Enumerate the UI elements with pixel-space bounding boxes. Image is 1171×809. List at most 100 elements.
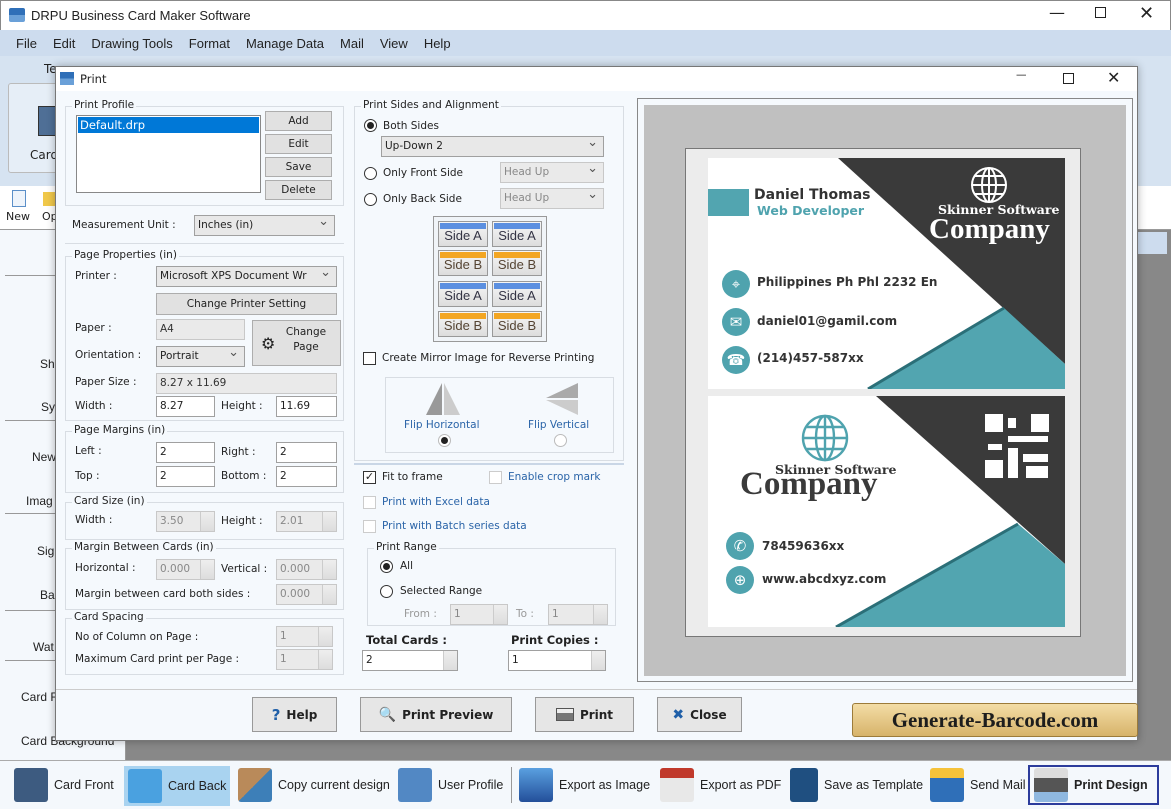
change-page-button[interactable]: ⚙ Change Page: [252, 320, 341, 366]
menu-file[interactable]: File: [16, 36, 37, 51]
dialog-maximize-button[interactable]: [1063, 73, 1074, 84]
edit-profile-button[interactable]: Edit: [265, 134, 332, 154]
dialog-minimize-button[interactable]: —: [1016, 69, 1027, 81]
front-side-label[interactable]: Only Front Side: [383, 167, 463, 179]
printer-select[interactable]: Microsoft XPS Document Wr: [156, 266, 337, 287]
profile-list-item[interactable]: Default.drp: [78, 117, 259, 133]
selected-range-label[interactable]: Selected Range: [400, 585, 482, 597]
selected-range-radio[interactable]: [380, 585, 393, 598]
user-profile-button[interactable]: User Profile: [394, 765, 507, 805]
save-profile-button[interactable]: Save: [265, 157, 332, 177]
card-address: Philippines Ph Phl 2232 En: [757, 275, 938, 289]
right-margin-label: Right :: [221, 446, 256, 458]
excel-data-checkbox[interactable]: [363, 496, 376, 509]
columns-spinner[interactable]: 1: [276, 626, 333, 647]
left-margin-input[interactable]: 2: [156, 442, 215, 463]
flip-vertical-label[interactable]: Flip Vertical: [528, 419, 589, 431]
batch-series-label[interactable]: Print with Batch series data: [382, 520, 527, 532]
card-size-group: Card Size (in) Width : 3.50 Height : 2.0…: [65, 495, 344, 540]
menu-help[interactable]: Help: [424, 36, 451, 51]
close-button[interactable]: ✕: [1139, 3, 1154, 24]
back-side-radio[interactable]: [364, 193, 377, 206]
card-width-spinner[interactable]: 3.50: [156, 511, 215, 532]
flip-vertical-radio[interactable]: [554, 434, 567, 447]
print-preview-button[interactable]: 🔍 Print Preview: [360, 697, 512, 732]
export-image-button[interactable]: Export as Image: [515, 765, 654, 805]
menu-format[interactable]: Format: [189, 36, 230, 51]
help-button[interactable]: ? Help: [252, 697, 337, 732]
total-cards-spinner[interactable]: 2: [362, 650, 458, 671]
print-sides-group: Print Sides and Alignment Both Sides Up-…: [354, 99, 624, 461]
both-sides-radio[interactable]: [364, 119, 377, 132]
top-margin-input[interactable]: 2: [156, 466, 215, 487]
crop-mark-label[interactable]: Enable crop mark: [508, 471, 600, 483]
print-button[interactable]: Print: [535, 697, 634, 732]
width-label: Width :: [75, 400, 113, 412]
horizontal-margin-spinner[interactable]: 0.000: [156, 559, 215, 580]
range-all-radio[interactable]: [380, 560, 393, 573]
measurement-unit-select[interactable]: Inches (in): [194, 215, 335, 236]
save-template-button[interactable]: Save as Template: [786, 765, 927, 805]
card-back-button[interactable]: Card Back: [124, 766, 231, 806]
from-spinner[interactable]: 1: [450, 604, 508, 625]
batch-series-checkbox[interactable]: [363, 520, 376, 533]
location-icon: ⌖: [722, 270, 750, 298]
to-spinner[interactable]: 1: [548, 604, 608, 625]
mirror-image-label[interactable]: Create Mirror Image for Reverse Printing: [382, 352, 594, 364]
add-profile-button[interactable]: Add: [265, 111, 332, 131]
max-cards-spinner[interactable]: 1: [276, 649, 333, 670]
send-mail-button[interactable]: Send Mail: [926, 765, 1030, 805]
fit-to-frame-label[interactable]: Fit to frame: [382, 471, 443, 483]
ribbon-card-label[interactable]: Card: [30, 148, 58, 162]
open-folder-icon[interactable]: [43, 192, 55, 206]
columns-label: No of Column on Page :: [75, 631, 199, 643]
bottom-margin-input[interactable]: 2: [276, 466, 337, 487]
printer-icon: [1034, 768, 1068, 802]
change-printer-setting-button[interactable]: Change Printer Setting: [156, 293, 337, 315]
print-design-button[interactable]: Print Design: [1028, 765, 1159, 805]
menu-view[interactable]: View: [380, 36, 408, 51]
excel-data-label[interactable]: Print with Excel data: [382, 496, 490, 508]
menu-bar: File Edit Drawing Tools Format Manage Da…: [0, 30, 1171, 56]
menu-manage-data[interactable]: Manage Data: [246, 36, 324, 51]
close-dialog-button[interactable]: ✖ Close: [657, 697, 742, 732]
range-all-label[interactable]: All: [400, 560, 413, 572]
card-phone: (214)457-587xx: [757, 351, 864, 365]
maximize-button[interactable]: [1095, 7, 1106, 18]
app-logo-icon: [9, 8, 25, 22]
fit-to-frame-checkbox[interactable]: ✓: [363, 471, 376, 484]
profile-list[interactable]: Default.drp: [76, 115, 261, 193]
minimize-button[interactable]: —: [1049, 3, 1065, 22]
front-side-select[interactable]: Head Up: [500, 162, 604, 183]
page-width-input[interactable]: 8.27: [156, 396, 215, 417]
both-sides-label[interactable]: Both Sides: [383, 120, 439, 132]
margin-between-cards-group: Margin Between Cards (in) Horizontal : 0…: [65, 541, 344, 610]
right-margin-input[interactable]: 2: [276, 442, 337, 463]
card-height-spinner[interactable]: 2.01: [276, 511, 337, 532]
vertical-margin-spinner[interactable]: 0.000: [276, 559, 337, 580]
front-side-radio[interactable]: [364, 167, 377, 180]
card-front-button[interactable]: Card Front: [10, 765, 118, 805]
new-file-icon[interactable]: [12, 190, 26, 207]
both-sides-select[interactable]: Up-Down 2: [381, 136, 604, 157]
page-height-input[interactable]: 11.69: [276, 396, 337, 417]
flip-horizontal-radio[interactable]: [438, 434, 451, 447]
new-button-label[interactable]: New: [6, 210, 30, 223]
crop-mark-checkbox[interactable]: [489, 471, 502, 484]
orientation-select[interactable]: Portrait: [156, 346, 245, 367]
menu-mail[interactable]: Mail: [340, 36, 364, 51]
delete-profile-button[interactable]: Delete: [265, 180, 332, 200]
back-side-label[interactable]: Only Back Side: [383, 193, 462, 205]
copy-design-button[interactable]: Copy current design: [234, 765, 394, 805]
mirror-image-checkbox[interactable]: [363, 352, 376, 365]
both-sides-margin-spinner[interactable]: 0.000: [276, 584, 337, 605]
export-pdf-button[interactable]: Export as PDF: [656, 765, 785, 805]
print-preview-panel: Daniel Thomas Web Developer Skinner Soft…: [637, 98, 1133, 682]
print-copies-spinner[interactable]: 1: [508, 650, 606, 671]
close-icon: ✖: [672, 706, 685, 723]
menu-drawing-tools[interactable]: Drawing Tools: [91, 36, 172, 51]
menu-edit[interactable]: Edit: [53, 36, 75, 51]
flip-horizontal-label[interactable]: Flip Horizontal: [404, 419, 480, 431]
dialog-close-button[interactable]: ✕: [1107, 68, 1120, 87]
back-side-select[interactable]: Head Up: [500, 188, 604, 209]
